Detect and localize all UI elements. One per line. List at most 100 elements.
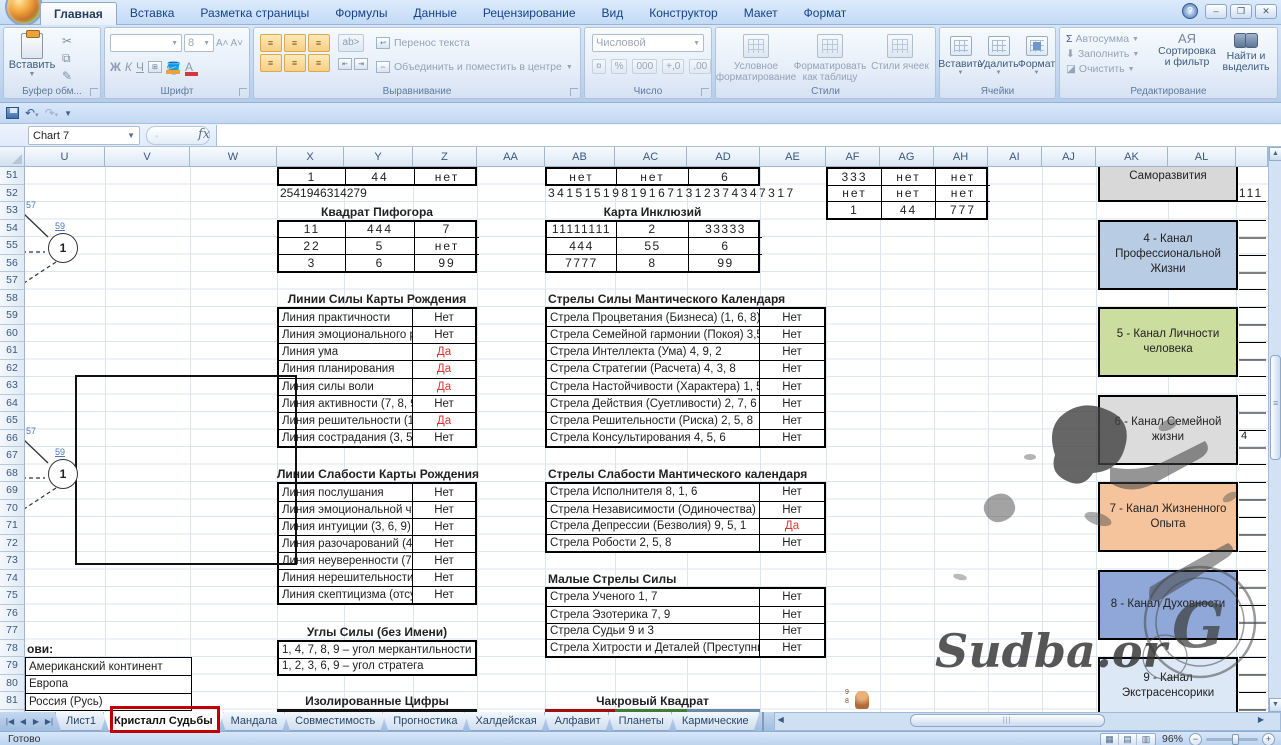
- fill-color-icon[interactable]: 🪣: [166, 61, 181, 74]
- autosum-button[interactable]: Σ Автосумма▼: [1066, 33, 1139, 45]
- row-header[interactable]: 80: [0, 675, 24, 693]
- fill-button[interactable]: ⬇ Заполнить▼: [1066, 48, 1139, 60]
- next-sheet-icon[interactable]: ▶: [30, 717, 42, 726]
- column-header[interactable]: AG: [880, 147, 934, 167]
- format-cells-button[interactable]: Формат ▼: [1018, 36, 1055, 76]
- zoom-slider[interactable]: [1206, 738, 1258, 741]
- row-header[interactable]: 78: [0, 640, 24, 658]
- row-header[interactable]: 70: [0, 500, 24, 518]
- row-header[interactable]: 68: [0, 465, 24, 483]
- column-header[interactable]: Z: [413, 147, 477, 167]
- font-name-combo[interactable]: ▼: [110, 34, 182, 52]
- row-header[interactable]: 62: [0, 360, 24, 378]
- ribbon-tab[interactable]: Разметка страницы: [187, 2, 322, 25]
- row-header[interactable]: 65: [0, 412, 24, 430]
- sheet-tab[interactable]: Халдейская: [464, 712, 547, 731]
- format-as-table-button[interactable]: Форматировать как таблицу: [794, 34, 866, 83]
- close-button[interactable]: ✕: [1255, 4, 1277, 19]
- qat-customize-icon[interactable]: ▼: [64, 109, 72, 118]
- page-layout-view-icon[interactable]: ▤: [1119, 734, 1137, 745]
- cut-icon[interactable]: ✂: [62, 34, 72, 48]
- find-select-button[interactable]: Найти и выделить: [1215, 33, 1277, 73]
- formula-input[interactable]: [216, 125, 1281, 146]
- row-header[interactable]: 67: [0, 447, 24, 465]
- scroll-up-icon[interactable]: ▲: [1269, 147, 1281, 161]
- column-header[interactable]: AB: [545, 147, 615, 167]
- column-header[interactable]: AE: [760, 147, 826, 167]
- font-color-icon[interactable]: А: [185, 60, 193, 74]
- dialog-launcher-icon[interactable]: [570, 88, 578, 96]
- last-sheet-icon[interactable]: ▶|: [43, 717, 55, 726]
- column-header[interactable]: AK: [1096, 147, 1168, 167]
- row-header[interactable]: 58: [0, 290, 24, 308]
- increase-decimal-icon[interactable]: +,0: [662, 59, 684, 74]
- column-header[interactable]: [1236, 147, 1268, 167]
- column-header[interactable]: AJ: [1042, 147, 1096, 167]
- decrease-decimal-icon[interactable]: ,00: [689, 59, 711, 74]
- font-size-combo[interactable]: 8▼: [184, 34, 214, 52]
- horizontal-scrollbar[interactable]: ◀ ||| ▶: [774, 712, 1281, 731]
- conditional-formatting-button[interactable]: Условное форматирование: [720, 34, 792, 83]
- column-header[interactable]: AL: [1168, 147, 1236, 167]
- ribbon-tab[interactable]: Формулы: [322, 2, 400, 25]
- help-icon[interactable]: ?: [1182, 3, 1198, 19]
- merge-center-button[interactable]: Объединить и поместить в центре: [394, 61, 562, 73]
- dialog-launcher-icon[interactable]: [701, 88, 709, 96]
- row-header[interactable]: 73: [0, 552, 24, 570]
- format-painter-icon[interactable]: ✎: [62, 69, 72, 83]
- column-header[interactable]: X: [277, 147, 344, 167]
- row-header[interactable]: 75: [0, 587, 24, 605]
- office-button-icon[interactable]: [5, 0, 43, 26]
- currency-format-icon[interactable]: ¤: [592, 59, 606, 74]
- column-header[interactable]: AH: [934, 147, 988, 167]
- italic-button[interactable]: К: [125, 60, 132, 74]
- row-header[interactable]: 57: [0, 272, 24, 290]
- row-header[interactable]: 69: [0, 482, 24, 500]
- save-icon[interactable]: [6, 107, 19, 119]
- align-top-button[interactable]: ≡: [260, 34, 282, 52]
- row-header[interactable]: 74: [0, 570, 24, 588]
- increase-indent-icon[interactable]: ⇥: [354, 58, 368, 70]
- row-header[interactable]: 77: [0, 622, 24, 640]
- normal-view-icon[interactable]: ▦: [1101, 734, 1119, 745]
- scroll-left-icon[interactable]: ◀: [778, 715, 784, 724]
- row-header[interactable]: 56: [0, 255, 24, 273]
- paste-button[interactable]: Вставить ▼: [10, 33, 54, 85]
- row-header[interactable]: 60: [0, 325, 24, 343]
- underline-button[interactable]: Ч: [136, 60, 144, 74]
- ribbon-tab[interactable]: Формат: [791, 2, 860, 25]
- align-bottom-button[interactable]: ≡: [308, 34, 330, 52]
- column-header[interactable]: AF: [826, 147, 880, 167]
- minimize-button[interactable]: –: [1205, 4, 1227, 19]
- copy-icon[interactable]: ⧉: [62, 51, 72, 66]
- vertical-scroll-thumb[interactable]: [1270, 355, 1281, 460]
- row-header[interactable]: 71: [0, 517, 24, 535]
- first-sheet-icon[interactable]: |◀: [4, 717, 16, 726]
- bold-button[interactable]: Ж: [110, 60, 121, 74]
- column-header[interactable]: AA: [477, 147, 545, 167]
- delete-cells-button[interactable]: Удалить ▼: [980, 36, 1017, 76]
- zoom-in-icon[interactable]: +: [1262, 733, 1275, 745]
- zoom-level[interactable]: 96%: [1162, 733, 1183, 745]
- number-format-combo[interactable]: Числовой▼: [592, 34, 704, 52]
- align-center-button[interactable]: ≡: [284, 54, 306, 72]
- row-header[interactable]: 66: [0, 430, 24, 448]
- row-header[interactable]: 53: [0, 202, 24, 220]
- row-header[interactable]: 63: [0, 377, 24, 395]
- shape-circle-1[interactable]: 1: [48, 233, 78, 263]
- row-header[interactable]: 72: [0, 535, 24, 553]
- column-header[interactable]: V: [105, 147, 190, 167]
- sheet-tab[interactable]: Планеты: [608, 712, 675, 731]
- row-header[interactable]: 51: [0, 167, 24, 185]
- ribbon-tab[interactable]: Главная: [40, 2, 117, 25]
- sheet-tab[interactable]: Лист1: [55, 712, 107, 731]
- row-header[interactable]: 59: [0, 307, 24, 325]
- cell-styles-button[interactable]: Стили ячеек: [868, 34, 932, 72]
- column-header[interactable]: Y: [344, 147, 413, 167]
- insert-cells-button[interactable]: Вставить ▼: [942, 36, 979, 76]
- shape-circle-1[interactable]: 1: [48, 459, 78, 489]
- row-header[interactable]: 61: [0, 342, 24, 360]
- ribbon-tab[interactable]: Макет: [731, 2, 791, 25]
- row-header[interactable]: 52: [0, 185, 24, 203]
- spreadsheet-grid[interactable]: 5152535455565758596061626364656667686970…: [0, 167, 1268, 712]
